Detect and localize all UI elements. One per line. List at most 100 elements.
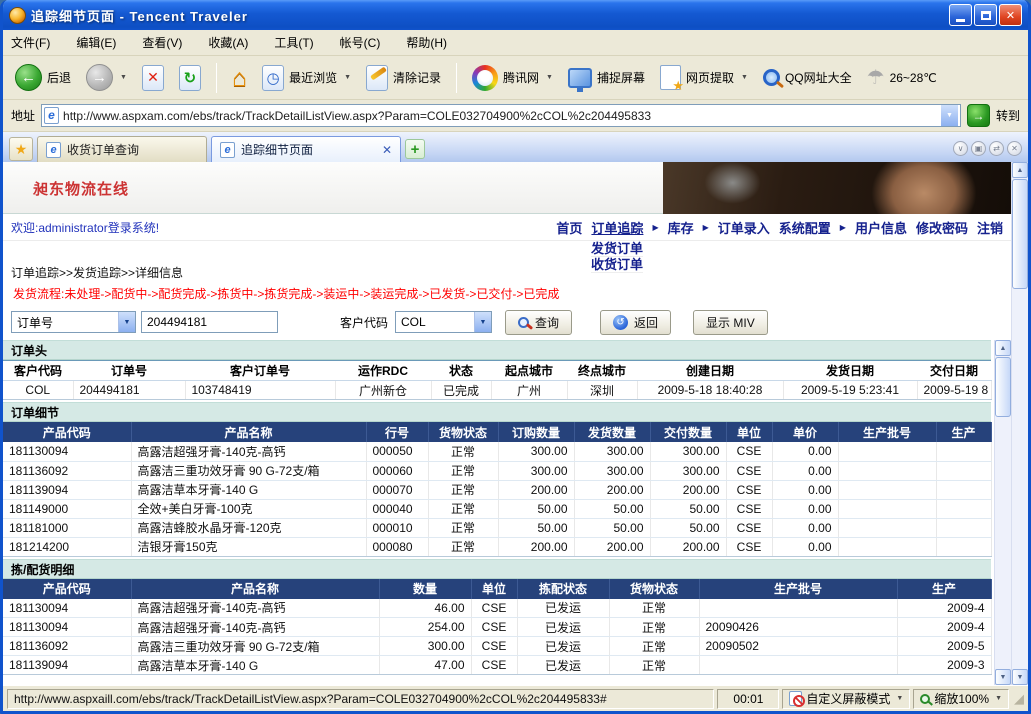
new-tab-button[interactable]: + (405, 139, 425, 159)
switch-tab-button[interactable]: ⇄ (989, 141, 1004, 156)
block-mode-control[interactable]: 自定义屏蔽模式 ▼ (782, 689, 910, 709)
forward-dropdown-icon[interactable]: ▼ (120, 74, 127, 81)
cell: 300.00 (574, 461, 650, 480)
nav-item[interactable]: 订单录入 (718, 218, 770, 237)
order-number-input[interactable] (141, 311, 278, 333)
resize-grip[interactable]: ◢ (1014, 691, 1024, 707)
column-header: 生产 (936, 422, 991, 442)
query-button[interactable]: 查询 (505, 310, 572, 335)
cell: 正常 (609, 618, 699, 637)
subnav-zone: 发货订单收货订单 订单追踪>>发货追踪>>详细信息 (3, 240, 1011, 284)
menu-item[interactable]: 工具(T) (274, 34, 313, 51)
order-type-select[interactable]: 订单号 ▼ (11, 311, 136, 333)
menu-item[interactable]: 查看(V) (142, 34, 182, 51)
welcome-row: 欢迎:administrator登录系统! 首页订单追踪▶库存▶订单录入系统配置… (3, 214, 1011, 240)
minimize-button[interactable] (949, 4, 972, 26)
column-header: 生产 (897, 579, 991, 599)
address-input[interactable] (59, 109, 941, 123)
chevron-down-icon[interactable]: ▼ (995, 695, 1002, 702)
zoom-control[interactable]: 缩放100% ▼ (913, 689, 1009, 709)
menu-item[interactable]: 文件(F) (11, 34, 50, 51)
cell: CSE (471, 656, 517, 675)
return-button[interactable]: ↺ 返回 (600, 310, 671, 335)
window-scrollbar[interactable]: ▲ ▼ (1011, 162, 1028, 685)
nav-item[interactable]: 库存 (668, 218, 694, 237)
favorites-button[interactable]: ★ (9, 137, 33, 161)
scroll-down-icon[interactable]: ▼ (995, 669, 1011, 685)
column-header: 单价 (772, 422, 838, 442)
recent-history-button[interactable]: ◷ 最近浏览 ▼ (258, 63, 355, 93)
scrollbar-thumb[interactable] (995, 357, 1011, 417)
customer-code-select[interactable]: COL ▼ (395, 311, 492, 333)
qq-sites-button[interactable]: QQ网址大全 (759, 67, 856, 88)
welcome-message: 欢迎:administrator登录系统! (11, 219, 159, 236)
show-miv-button[interactable]: 显示 MIV (693, 310, 768, 335)
menu-item[interactable]: 帐号(C) (340, 34, 381, 51)
column-header: 单位 (726, 422, 772, 442)
cell: 200.00 (498, 480, 574, 499)
tables-region: 订单头 客户代码订单号客户订单号运作RDC状态起点城市终点城市创建日期发货日期交… (3, 340, 1011, 685)
refresh-button[interactable]: ↻ (175, 63, 205, 93)
menu-item[interactable]: 收藏(A) (208, 34, 248, 51)
close-button[interactable]: ✕ (999, 4, 1022, 26)
column-header: 货物状态 (609, 579, 699, 599)
nav-item[interactable]: 首页 (556, 218, 582, 237)
weather-text: 26~28℃ (890, 71, 937, 85)
scroll-up-icon[interactable]: ▲ (995, 340, 1011, 356)
column-header: 终点城市 (567, 361, 637, 381)
back-button[interactable]: ← 后退 (11, 62, 75, 93)
cell: 103748419 (185, 381, 335, 400)
cell: 高露洁草本牙膏-140 G (131, 480, 366, 499)
expand-tabs-button[interactable]: ∨ (953, 141, 968, 156)
column-header: 生产批号 (838, 422, 936, 442)
cell: 0.00 (772, 518, 838, 537)
tab-list-button[interactable]: ▣ (971, 141, 986, 156)
scroll-up-icon[interactable]: ▲ (1012, 162, 1028, 178)
cell: 200.00 (498, 537, 574, 556)
return-label: 返回 (634, 314, 658, 331)
back-icon: ← (15, 64, 42, 91)
clear-records-button[interactable]: 清除记录 (362, 63, 445, 93)
address-dropdown-icon[interactable]: ▼ (941, 105, 958, 126)
capture-screen-button[interactable]: 捕捉屏幕 (564, 66, 649, 90)
forward-icon: → (86, 64, 113, 91)
tencent-site-button[interactable]: 腾讯网 ▼ (468, 63, 557, 93)
search-form: 订单号 ▼ 客户代码 COL ▼ 查询 ↺ 返回 显示 MI (3, 304, 1011, 340)
inner-scrollbar[interactable]: ▲ ▼ (994, 340, 1011, 685)
nav-item[interactable]: 修改密码 (916, 218, 968, 237)
home-button[interactable]: ⌂ (228, 63, 251, 93)
column-header: 产品代码 (3, 579, 131, 599)
scrollbar-thumb[interactable] (1012, 179, 1028, 289)
close-tab-group-button[interactable]: ✕ (1007, 141, 1022, 156)
nav-item[interactable]: 用户信息 (855, 218, 907, 237)
menu-item[interactable]: 编辑(E) (76, 34, 116, 51)
recent-dropdown-icon[interactable]: ▼ (344, 74, 351, 81)
scroll-down-icon[interactable]: ▼ (1012, 669, 1028, 685)
window-controls: ✕ (949, 4, 1022, 26)
forward-button[interactable]: → ▼ (82, 62, 131, 93)
browser-tab[interactable]: e收货订单查询 (37, 136, 207, 162)
title-bar: 追踪细节页面 - Tencent Traveler ✕ (3, 0, 1028, 30)
nav-item[interactable]: 系统配置 (779, 218, 831, 237)
menu-item[interactable]: 帮助(H) (406, 34, 447, 51)
chevron-down-icon: ▼ (118, 312, 135, 332)
maximize-button[interactable] (974, 4, 997, 26)
go-button[interactable]: → (967, 104, 990, 127)
close-tab-icon[interactable]: ✕ (382, 143, 392, 157)
weather-widget[interactable]: ☂ 26~28℃ (863, 63, 941, 92)
tencent-dropdown-icon[interactable]: ▼ (546, 74, 553, 81)
address-field: e ▼ (41, 104, 961, 127)
web-extract-button[interactable]: ★ 网页提取 ▼ (656, 63, 752, 92)
submenu-item[interactable]: 发货订单 (591, 241, 643, 257)
stop-button[interactable]: ✕ (138, 63, 168, 93)
nav-item[interactable]: 注销 (977, 218, 1003, 237)
stop-icon: ✕ (142, 65, 164, 91)
chevron-down-icon[interactable]: ▼ (896, 695, 903, 702)
clear-records-icon (366, 65, 388, 91)
extract-dropdown-icon[interactable]: ▼ (741, 74, 748, 81)
browser-tab[interactable]: e追踪细节页面✕ (211, 136, 401, 162)
address-label: 地址 (11, 107, 35, 124)
cell: CSE (726, 518, 772, 537)
nav-item[interactable]: 订单追踪 (591, 218, 643, 237)
submenu-item[interactable]: 收货订单 (591, 257, 643, 273)
